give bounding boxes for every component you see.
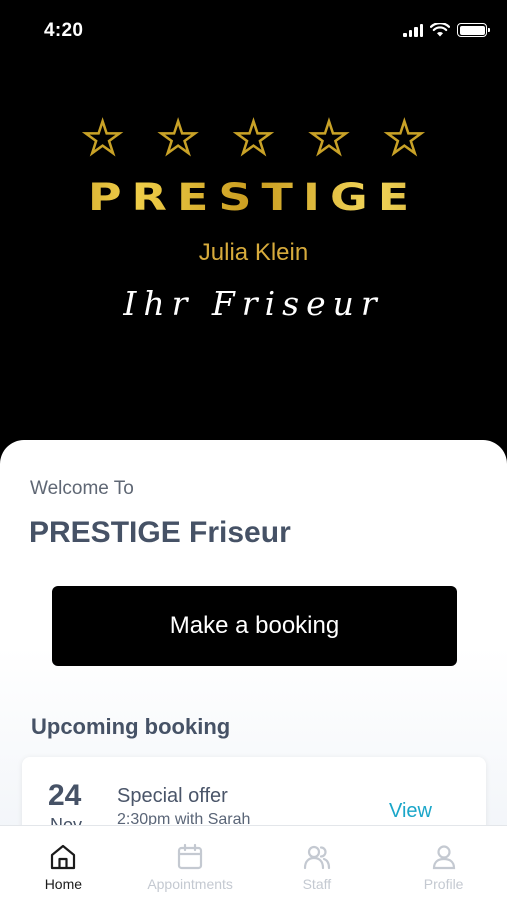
booking-date-day: 24 bbox=[48, 779, 82, 812]
page-title: PRESTIGE Friseur bbox=[29, 516, 291, 549]
upcoming-section-title: Upcoming booking bbox=[31, 714, 231, 739]
tab-label: Profile bbox=[423, 876, 464, 892]
star-icon: ★ bbox=[308, 114, 350, 163]
profile-icon bbox=[432, 845, 455, 870]
rating-stars: ★ ★ ★ ★ ★ bbox=[0, 114, 507, 163]
brand-logo-title: PRESTIGE bbox=[12, 175, 495, 219]
star-icon: ★ bbox=[233, 114, 275, 163]
status-time: 4:20 bbox=[44, 20, 84, 41]
star-icon: ★ bbox=[383, 114, 425, 163]
staff-icon bbox=[303, 845, 330, 870]
welcome-label: Welcome To bbox=[30, 478, 134, 499]
view-booking-link[interactable]: View bbox=[389, 800, 432, 823]
status-bar: 4:20 bbox=[0, 0, 507, 62]
hero-banner: ★ ★ ★ ★ ★ PRESTIGE Julia Klein Ihr Frise… bbox=[0, 62, 507, 442]
tab-appointments[interactable]: Appointments bbox=[127, 826, 254, 900]
tab-label: Appointments bbox=[147, 876, 233, 892]
status-icons bbox=[403, 23, 490, 37]
cellular-signal-icon bbox=[403, 23, 423, 37]
booking-title: Special offer bbox=[117, 785, 228, 807]
tab-home[interactable]: Home bbox=[0, 826, 127, 900]
tab-label: Staff bbox=[302, 876, 332, 892]
tab-staff[interactable]: Staff bbox=[254, 826, 381, 900]
tab-profile[interactable]: Profile bbox=[380, 826, 507, 900]
star-icon: ★ bbox=[157, 114, 199, 163]
calendar-icon bbox=[178, 843, 203, 870]
battery-icon bbox=[457, 23, 490, 37]
star-icon: ★ bbox=[82, 114, 124, 163]
brand-tagline: Ihr Friseur bbox=[123, 284, 384, 323]
home-icon bbox=[51, 844, 76, 870]
make-booking-button[interactable]: Make a booking bbox=[52, 586, 457, 666]
wifi-icon bbox=[430, 23, 450, 37]
brand-owner-name: Julia Klein bbox=[198, 239, 309, 266]
bottom-tab-bar: Home Appointments Staff Profile bbox=[0, 825, 507, 900]
tab-label: Home bbox=[44, 876, 83, 892]
